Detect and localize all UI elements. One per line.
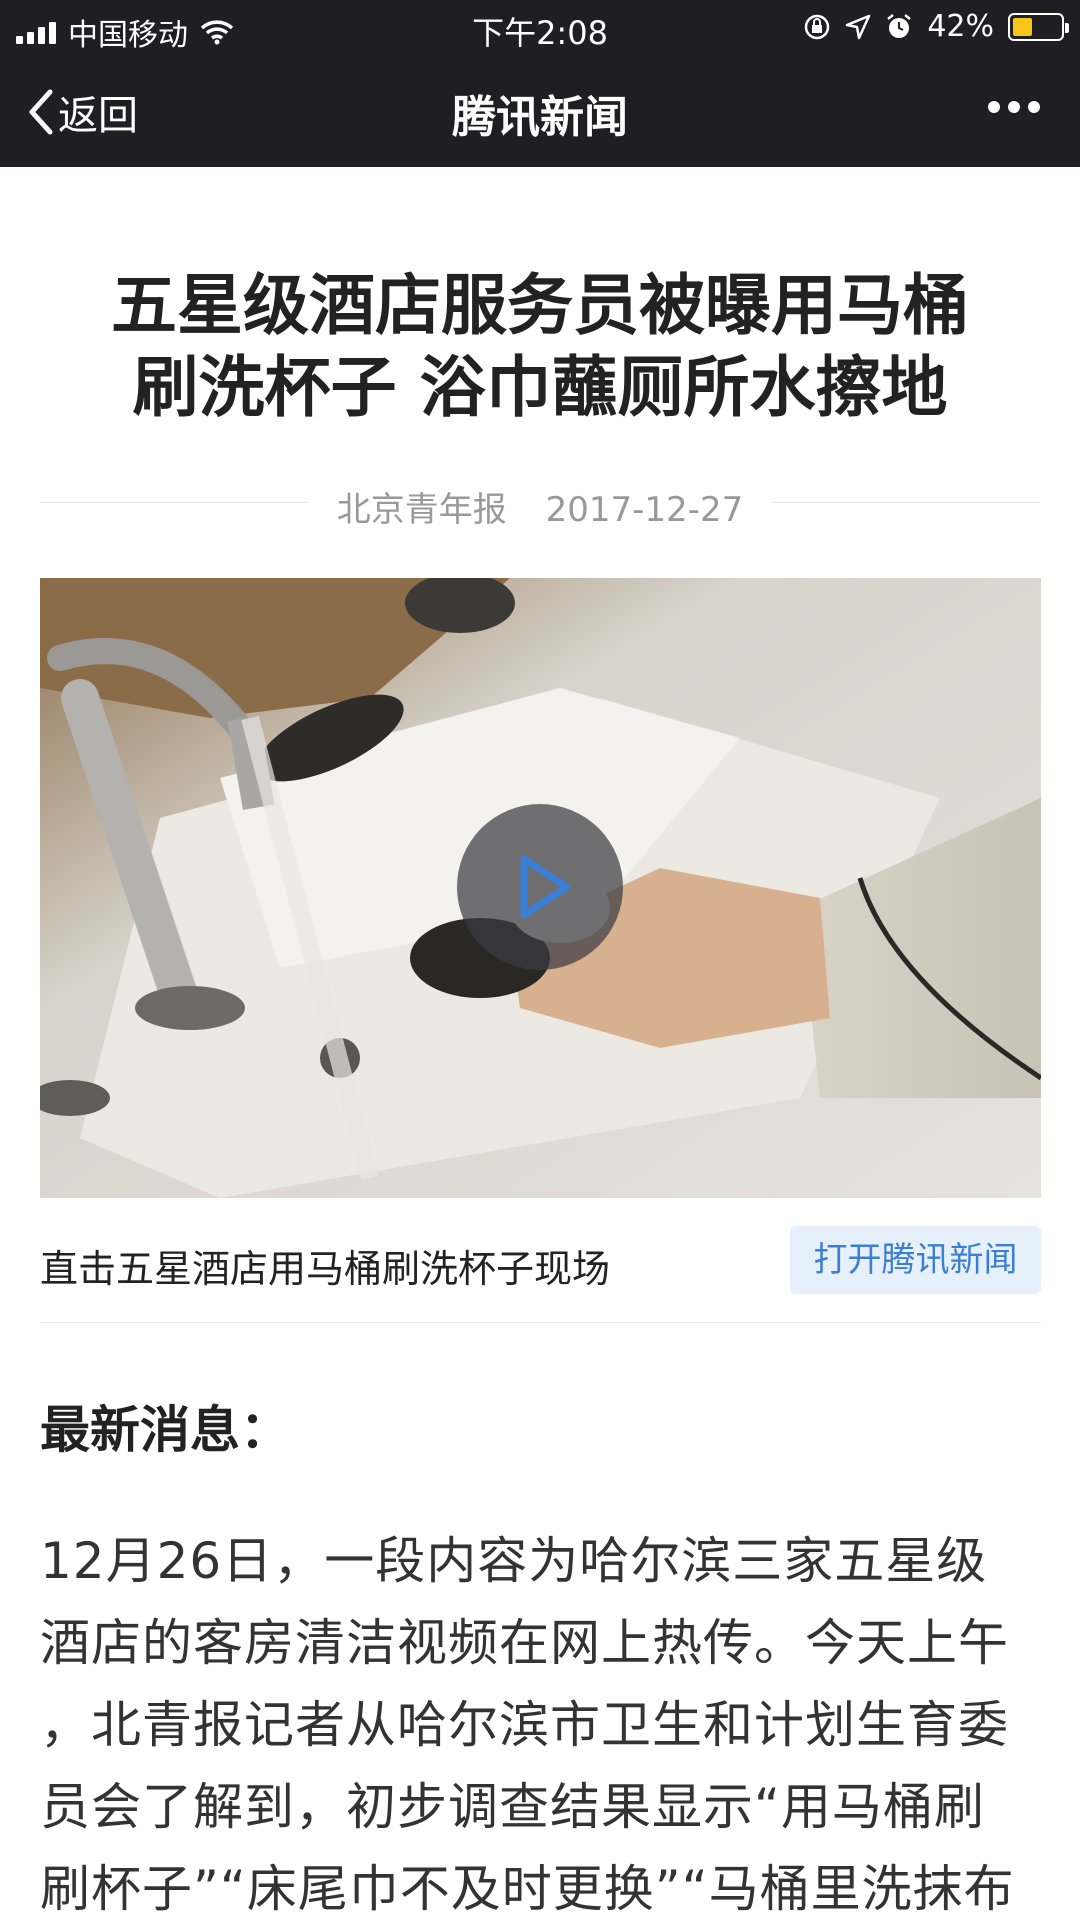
dot-icon	[988, 101, 1000, 113]
status-right: 42%	[803, 9, 1069, 44]
source-name: 北京青年报	[322, 490, 521, 530]
alarm-icon	[887, 13, 912, 38]
video-caption-row: 直击五星酒店用马桶刷洗杯子现场 打开腾讯新闻	[40, 1226, 1041, 1296]
orientation-lock-icon	[805, 14, 830, 39]
body-line: 酒店的客房清洁视频在网上热传。今天上午	[40, 1614, 1009, 1672]
body-line: 刷杯子”“床尾巾不及时更换”“马桶里洗抹布	[40, 1860, 1015, 1918]
status-bar: 中国移动 下午2:08 42%	[0, 0, 1080, 55]
article-body: 12月26日，一段内容为哈尔滨三家五星级 酒店的客房清洁视频在网上热传。今天上午…	[40, 1520, 1045, 1930]
dot-icon	[1028, 101, 1040, 113]
battery-level	[1013, 17, 1032, 36]
battery-icon	[1008, 12, 1069, 41]
section-title: 最新消息：	[40, 1401, 290, 1459]
dot-icon	[1008, 101, 1020, 113]
video-caption: 直击五星酒店用马桶刷洗杯子现场	[40, 1247, 611, 1291]
more-options-button[interactable]	[988, 101, 1040, 113]
headline-line: 刷洗杯子 浴巾蘸厕所水擦地	[132, 349, 948, 426]
battery-percent: 42%	[927, 9, 994, 44]
article-headline: 五星级酒店服务员被曝用马桶 刷洗杯子 浴巾蘸厕所水擦地	[60, 265, 1020, 429]
play-button[interactable]	[457, 804, 623, 970]
publish-date: 2017-12-27	[531, 490, 758, 530]
headline-line: 五星级酒店服务员被曝用马桶	[111, 267, 969, 344]
play-icon	[520, 855, 571, 919]
video-player[interactable]	[40, 578, 1041, 1198]
body-line: 员会了解到，初步调查结果显示“用马桶刷	[40, 1778, 985, 1836]
page-title: 腾讯新闻	[452, 92, 628, 143]
body-line: 12月26日，一段内容为哈尔滨三家五星级	[40, 1532, 988, 1590]
source-date-row: 北京青年报 2017-12-27	[40, 478, 1040, 530]
navigation-bar: 返回 腾讯新闻	[0, 55, 1080, 167]
section-divider	[40, 1322, 1041, 1323]
body-line: ，北青报记者从哈尔滨市卫生和计划生育委	[40, 1696, 1009, 1754]
open-app-button[interactable]: 打开腾讯新闻	[790, 1226, 1041, 1294]
location-arrow-icon	[846, 14, 871, 39]
source-info: 北京青年报 2017-12-27	[40, 482, 1040, 531]
